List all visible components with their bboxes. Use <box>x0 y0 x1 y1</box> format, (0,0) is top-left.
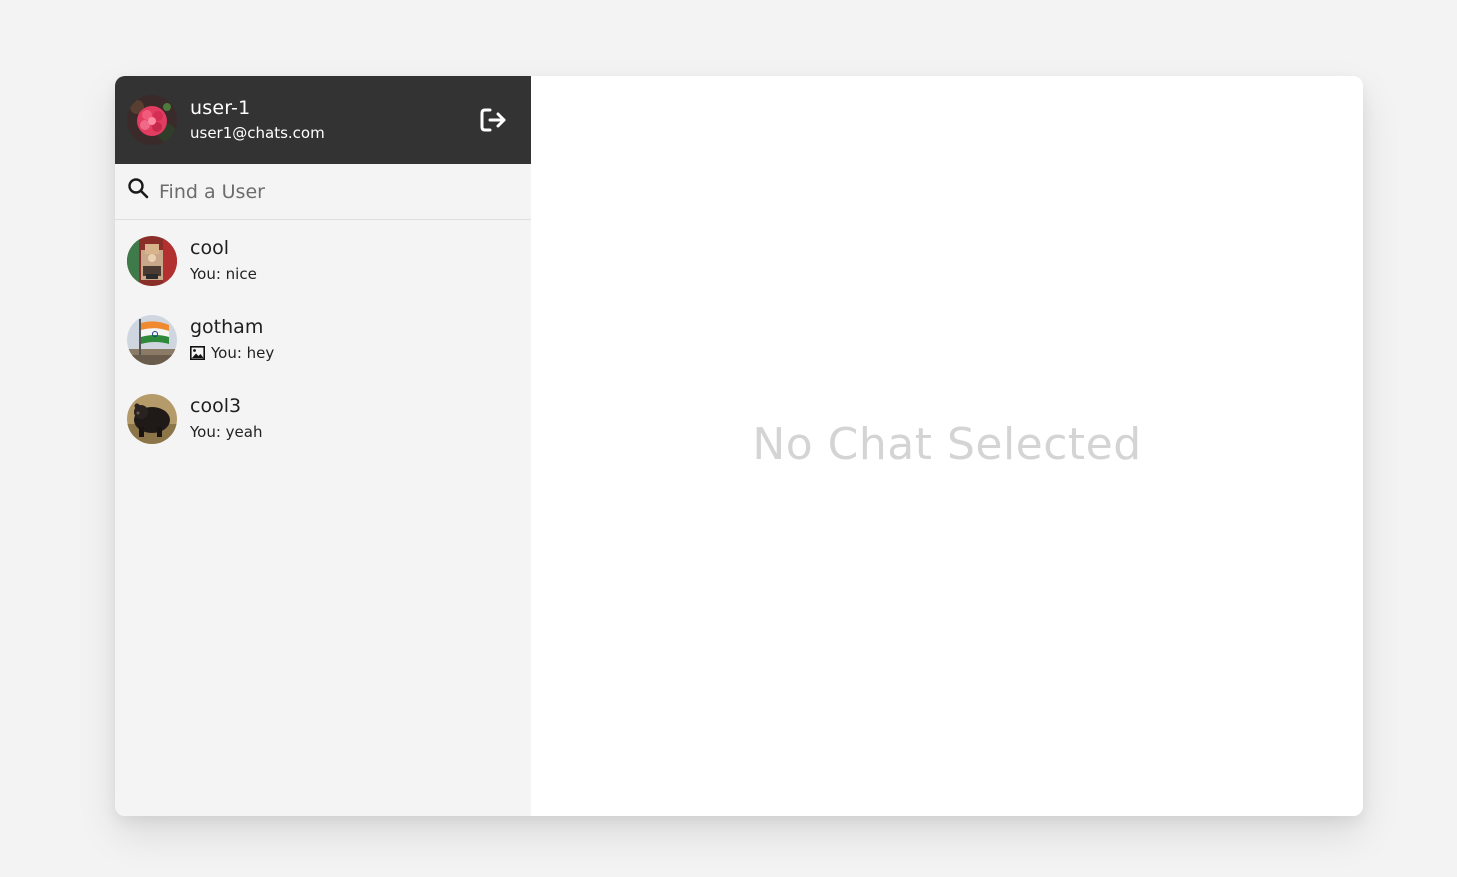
search-icon <box>128 177 149 198</box>
chat-item-preview-text: You: yeah <box>190 423 263 441</box>
current-user-info: user-1 user1@chats.com <box>190 96 325 144</box>
chat-item-name: cool <box>190 237 229 259</box>
logout-icon <box>480 108 506 132</box>
current-user-email: user1@chats.com <box>190 124 325 142</box>
logout-button[interactable] <box>479 106 509 134</box>
chat-main-panel: No Chat Selected <box>531 76 1363 816</box>
image-icon <box>190 346 205 360</box>
avatar <box>127 314 177 365</box>
flag-avatar-image <box>127 314 177 365</box>
chat-item-preview-text: You: hey <box>211 344 275 362</box>
chat-app-window: user-1 user1@chats.com Find a User cool … <box>115 76 1363 816</box>
chat-item-text: cool You: nice <box>190 236 257 285</box>
search-bar <box>115 164 531 220</box>
chat-list: cool You: nice gotham You: hey cool3 You… <box>115 220 531 458</box>
chat-item-preview: You: yeah <box>190 421 262 443</box>
chat-item-gotham[interactable]: gotham You: hey <box>115 300 531 379</box>
profile-header: user-1 user1@chats.com <box>115 76 531 164</box>
current-user-avatar[interactable] <box>127 95 177 145</box>
chat-item-preview-text: You: nice <box>190 265 257 283</box>
shrine-avatar-image <box>127 235 177 286</box>
search-input[interactable] <box>159 180 499 203</box>
chat-item-preview: You: nice <box>190 263 257 285</box>
flower-avatar-image <box>127 95 177 145</box>
chat-item-cool3[interactable]: cool3 You: yeah <box>115 379 531 458</box>
chat-item-cool[interactable]: cool You: nice <box>115 220 531 300</box>
chat-item-text: gotham You: hey <box>190 315 274 364</box>
chat-item-name: gotham <box>190 316 264 338</box>
sidebar: user-1 user1@chats.com Find a User cool … <box>115 76 531 816</box>
avatar <box>127 393 177 444</box>
chat-item-name: cool3 <box>190 395 242 417</box>
chat-item-text: cool3 You: yeah <box>190 394 262 443</box>
no-chat-selected-message: No Chat Selected <box>752 419 1142 470</box>
avatar <box>127 235 177 286</box>
chat-item-preview: You: hey <box>190 342 274 364</box>
bear-avatar-image <box>127 393 177 444</box>
current-user-name: user-1 <box>190 97 251 119</box>
